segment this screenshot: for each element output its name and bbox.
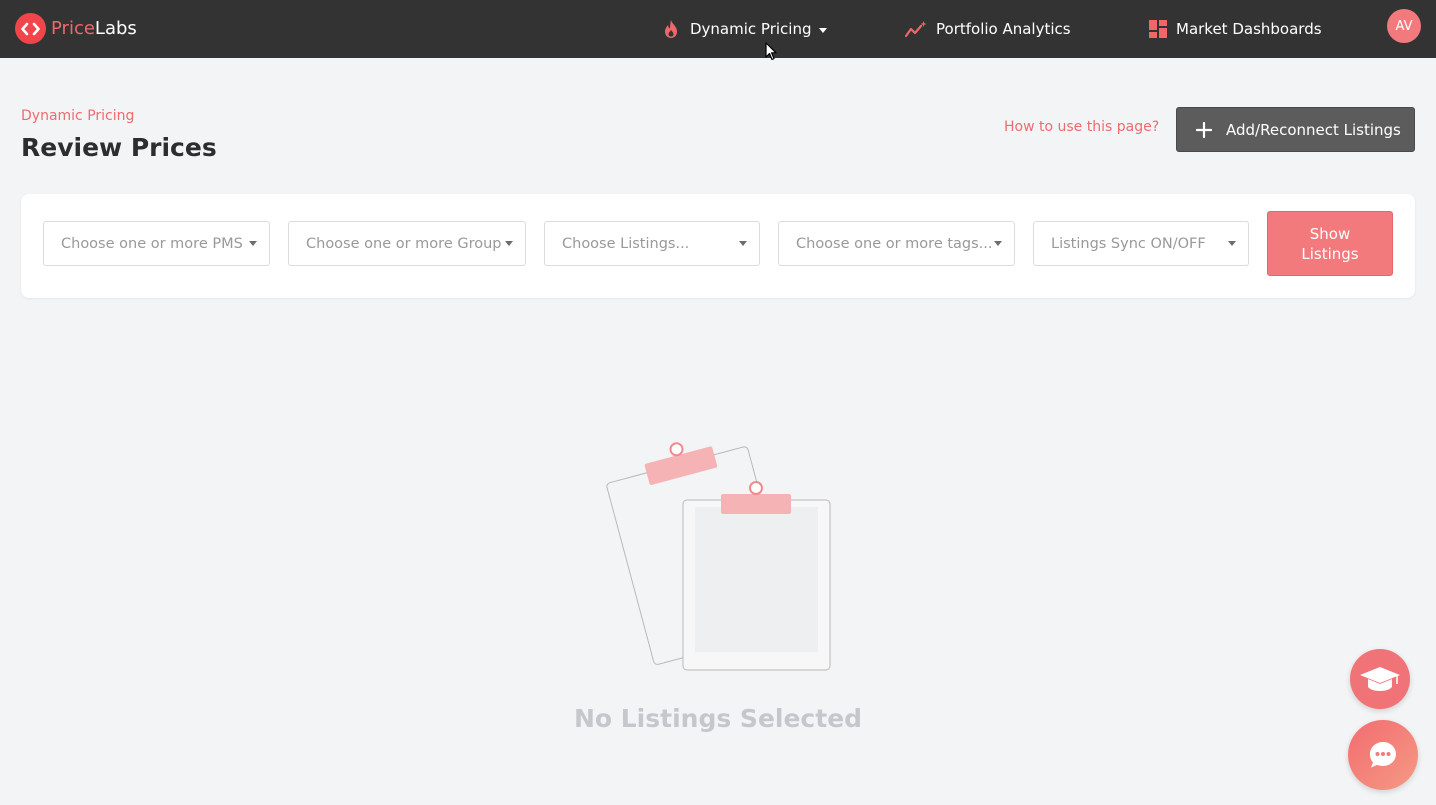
nav-market-dashboards-label: Market Dashboards: [1176, 20, 1322, 38]
plus-icon: [1196, 121, 1212, 138]
empty-state-message: No Listings Selected: [573, 704, 863, 733]
breadcrumb[interactable]: Dynamic Pricing: [21, 108, 134, 124]
learning-center-button[interactable]: [1350, 649, 1410, 709]
group-select-placeholder: Choose one or more Group: [306, 235, 502, 252]
how-to-use-link[interactable]: How to use this page?: [1004, 119, 1159, 135]
chevron-down-icon: [819, 27, 828, 33]
user-avatar[interactable]: AV: [1387, 9, 1421, 43]
sync-select-placeholder: Listings Sync ON/OFF: [1051, 235, 1206, 252]
pms-select[interactable]: Choose one or more PMS: [43, 221, 270, 266]
show-listings-label: Show Listings: [1301, 224, 1359, 263]
code-brackets-icon: [15, 13, 46, 44]
chevron-down-icon: [249, 241, 257, 246]
chat-bubble-icon: [1370, 742, 1396, 768]
chevron-down-icon: [739, 241, 747, 246]
chevron-down-icon: [505, 241, 513, 246]
chat-button[interactable]: [1348, 720, 1418, 790]
tags-select[interactable]: Choose one or more tags...: [778, 221, 1015, 266]
show-listings-button[interactable]: Show Listings: [1267, 211, 1393, 276]
group-select[interactable]: Choose one or more Group: [288, 221, 526, 266]
listings-select-placeholder: Choose Listings...: [562, 235, 690, 252]
chevron-down-icon: [994, 241, 1002, 246]
nav-market-dashboards[interactable]: Market Dashboards: [1149, 0, 1322, 58]
page-title: Review Prices: [21, 133, 217, 162]
listings-select[interactable]: Choose Listings...: [544, 221, 760, 266]
mouse-cursor-icon: [765, 42, 777, 61]
trend-sparkle-icon: [905, 20, 927, 38]
chevron-down-icon: [1228, 241, 1236, 246]
clipboards-icon: [606, 442, 831, 671]
brand-name: PriceLabs: [51, 18, 137, 39]
dashboard-grid-icon: [1149, 20, 1167, 38]
nav-dynamic-pricing[interactable]: Dynamic Pricing: [661, 0, 828, 58]
filter-card: Choose one or more PMS Choose one or mor…: [21, 194, 1415, 298]
graduation-cap-icon: [1360, 667, 1400, 691]
sync-select[interactable]: Listings Sync ON/OFF: [1033, 221, 1249, 266]
add-reconnect-listings-label: Add/Reconnect Listings: [1226, 120, 1401, 139]
top-navbar: PriceLabs Dynamic Pricing Portfolio Anal…: [0, 0, 1436, 58]
nav-portfolio-analytics-label: Portfolio Analytics: [936, 20, 1071, 38]
add-reconnect-listings-button[interactable]: Add/Reconnect Listings: [1176, 107, 1415, 152]
flame-icon: [661, 19, 681, 39]
pricelabs-logo[interactable]: PriceLabs: [15, 13, 137, 44]
pms-select-placeholder: Choose one or more PMS: [61, 235, 243, 252]
tags-select-placeholder: Choose one or more tags...: [796, 235, 993, 252]
nav-dynamic-pricing-label: Dynamic Pricing: [690, 20, 812, 38]
nav-portfolio-analytics[interactable]: Portfolio Analytics: [905, 0, 1071, 58]
